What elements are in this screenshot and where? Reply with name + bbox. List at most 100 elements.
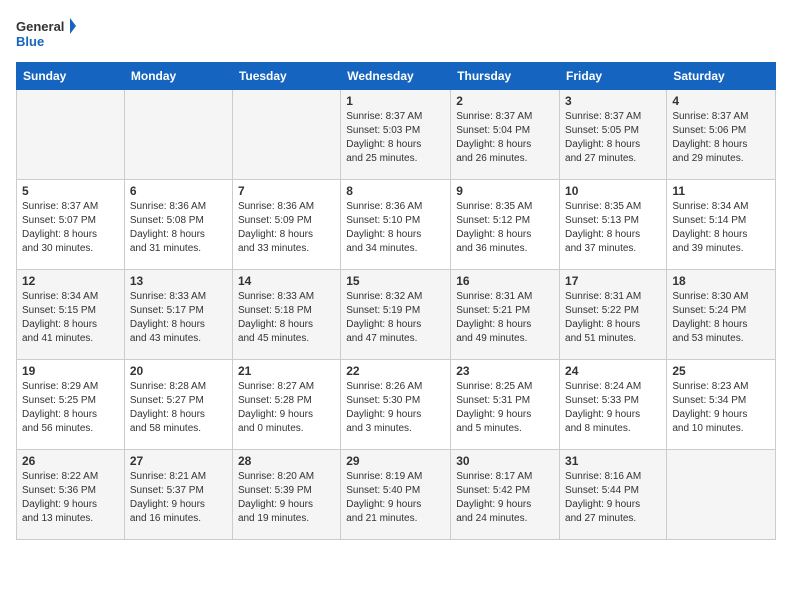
day-info: Sunrise: 8:24 AM Sunset: 5:33 PM Dayligh… [565,380,661,436]
calendar-cell: 14 Sunrise: 8:33 AM Sunset: 5:18 PM Dayli… [232,270,340,360]
day-number: 11 [672,184,770,198]
day-info: Sunrise: 8:32 AM Sunset: 5:19 PM Dayligh… [346,290,445,346]
calendar-cell: 31 Sunrise: 8:16 AM Sunset: 5:44 PM Dayli… [560,450,667,540]
day-info: Sunrise: 8:35 AM Sunset: 5:12 PM Dayligh… [456,200,554,256]
day-info: Sunrise: 8:36 AM Sunset: 5:08 PM Dayligh… [130,200,227,256]
calendar-cell: 30 Sunrise: 8:17 AM Sunset: 5:42 PM Dayli… [451,450,560,540]
day-number: 25 [672,364,770,378]
day-number: 23 [456,364,554,378]
day-number: 21 [238,364,335,378]
day-number: 1 [346,94,445,108]
calendar-cell: 18 Sunrise: 8:30 AM Sunset: 5:24 PM Dayli… [667,270,776,360]
calendar-cell [124,90,232,180]
day-info: Sunrise: 8:30 AM Sunset: 5:24 PM Dayligh… [672,290,770,346]
day-number: 4 [672,94,770,108]
day-info: Sunrise: 8:26 AM Sunset: 5:30 PM Dayligh… [346,380,445,436]
calendar-cell: 16Sunrise: 8:31 AM Sunset: 5:21 PM Dayli… [451,270,560,360]
day-number: 19 [22,364,119,378]
calendar-week-row: 5 Sunrise: 8:37 AM Sunset: 5:07 PM Daylig… [17,180,776,270]
calendar-cell: 6 Sunrise: 8:36 AM Sunset: 5:08 PM Daylig… [124,180,232,270]
calendar-cell: 21 Sunrise: 8:27 AM Sunset: 5:28 PM Dayli… [232,360,340,450]
logo-icon: General Blue [16,16,76,52]
day-info: Sunrise: 8:37 AM Sunset: 5:07 PM Dayligh… [22,200,119,256]
day-info: Sunrise: 8:22 AM Sunset: 5:36 PM Dayligh… [22,470,119,526]
day-number: 9 [456,184,554,198]
calendar-week-row: 12 Sunrise: 8:34 AM Sunset: 5:15 PM Dayli… [17,270,776,360]
day-info: Sunrise: 8:34 AM Sunset: 5:15 PM Dayligh… [22,290,119,346]
day-info: Sunrise: 8:25 AM Sunset: 5:31 PM Dayligh… [456,380,554,436]
day-info: Sunrise: 8:27 AM Sunset: 5:28 PM Dayligh… [238,380,335,436]
calendar-cell: 5 Sunrise: 8:37 AM Sunset: 5:07 PM Daylig… [17,180,125,270]
calendar-week-row: 26 Sunrise: 8:22 AM Sunset: 5:36 PM Dayli… [17,450,776,540]
calendar-cell: 19 Sunrise: 8:29 AM Sunset: 5:25 PM Dayli… [17,360,125,450]
day-info: Sunrise: 8:37 AM Sunset: 5:06 PM Dayligh… [672,110,770,166]
day-info: Sunrise: 8:29 AM Sunset: 5:25 PM Dayligh… [22,380,119,436]
day-number: 24 [565,364,661,378]
day-info: Sunrise: 8:20 AM Sunset: 5:39 PM Dayligh… [238,470,335,526]
day-info: Sunrise: 8:33 AM Sunset: 5:17 PM Dayligh… [130,290,227,346]
day-info: Sunrise: 8:33 AM Sunset: 5:18 PM Dayligh… [238,290,335,346]
calendar-cell [667,450,776,540]
day-number: 5 [22,184,119,198]
day-info: Sunrise: 8:34 AM Sunset: 5:14 PM Dayligh… [672,200,770,256]
day-info: Sunrise: 8:19 AM Sunset: 5:40 PM Dayligh… [346,470,445,526]
calendar-cell [17,90,125,180]
day-number: 22 [346,364,445,378]
day-info: Sunrise: 8:35 AM Sunset: 5:13 PM Dayligh… [565,200,661,256]
calendar-cell: 25Sunrise: 8:23 AM Sunset: 5:34 PM Dayli… [667,360,776,450]
calendar-cell: 3 Sunrise: 8:37 AM Sunset: 5:05 PM Daylig… [560,90,667,180]
day-number: 17 [565,274,661,288]
calendar-cell: 7Sunrise: 8:36 AM Sunset: 5:09 PM Daylig… [232,180,340,270]
calendar-cell: 22 Sunrise: 8:26 AM Sunset: 5:30 PM Dayli… [341,360,451,450]
day-number: 27 [130,454,227,468]
calendar-cell: 20Sunrise: 8:28 AM Sunset: 5:27 PM Dayli… [124,360,232,450]
calendar-table: SundayMondayTuesdayWednesdayThursdayFrid… [16,62,776,540]
day-number: 29 [346,454,445,468]
calendar-cell: 26 Sunrise: 8:22 AM Sunset: 5:36 PM Dayli… [17,450,125,540]
day-number: 2 [456,94,554,108]
calendar-cell: 4 Sunrise: 8:37 AM Sunset: 5:06 PM Daylig… [667,90,776,180]
day-number: 6 [130,184,227,198]
weekday-header-wednesday: Wednesday [341,63,451,90]
weekday-header-thursday: Thursday [451,63,560,90]
day-info: Sunrise: 8:21 AM Sunset: 5:37 PM Dayligh… [130,470,227,526]
calendar-week-row: 19 Sunrise: 8:29 AM Sunset: 5:25 PM Dayli… [17,360,776,450]
day-number: 20 [130,364,227,378]
weekday-header-tuesday: Tuesday [232,63,340,90]
day-info: Sunrise: 8:37 AM Sunset: 5:03 PM Dayligh… [346,110,445,166]
day-number: 30 [456,454,554,468]
day-info: Sunrise: 8:31 AM Sunset: 5:21 PM Dayligh… [456,290,554,346]
weekday-header-saturday: Saturday [667,63,776,90]
day-number: 31 [565,454,661,468]
day-number: 14 [238,274,335,288]
day-info: Sunrise: 8:31 AM Sunset: 5:22 PM Dayligh… [565,290,661,346]
calendar-cell: 28 Sunrise: 8:20 AM Sunset: 5:39 PM Dayli… [232,450,340,540]
day-number: 15 [346,274,445,288]
calendar-cell [232,90,340,180]
calendar-cell: 1 Sunrise: 8:37 AM Sunset: 5:03 PM Daylig… [341,90,451,180]
svg-text:General: General [16,19,64,34]
day-info: Sunrise: 8:36 AM Sunset: 5:10 PM Dayligh… [346,200,445,256]
day-number: 3 [565,94,661,108]
day-info: Sunrise: 8:37 AM Sunset: 5:05 PM Dayligh… [565,110,661,166]
calendar-cell: 9 Sunrise: 8:35 AM Sunset: 5:12 PM Daylig… [451,180,560,270]
page-header: General Blue [16,16,776,52]
weekday-header-friday: Friday [560,63,667,90]
day-number: 8 [346,184,445,198]
logo: General Blue [16,16,76,52]
day-number: 18 [672,274,770,288]
day-info: Sunrise: 8:16 AM Sunset: 5:44 PM Dayligh… [565,470,661,526]
calendar-cell: 11 Sunrise: 8:34 AM Sunset: 5:14 PM Dayli… [667,180,776,270]
calendar-cell: 2Sunrise: 8:37 AM Sunset: 5:04 PM Daylig… [451,90,560,180]
calendar-cell: 27 Sunrise: 8:21 AM Sunset: 5:37 PM Dayli… [124,450,232,540]
day-number: 12 [22,274,119,288]
svg-text:Blue: Blue [16,34,44,49]
day-number: 13 [130,274,227,288]
calendar-cell: 13 Sunrise: 8:33 AM Sunset: 5:17 PM Dayli… [124,270,232,360]
day-info: Sunrise: 8:17 AM Sunset: 5:42 PM Dayligh… [456,470,554,526]
calendar-cell: 10Sunrise: 8:35 AM Sunset: 5:13 PM Dayli… [560,180,667,270]
calendar-cell: 29 Sunrise: 8:19 AM Sunset: 5:40 PM Dayli… [341,450,451,540]
day-number: 26 [22,454,119,468]
weekday-header-row: SundayMondayTuesdayWednesdayThursdayFrid… [17,63,776,90]
day-number: 28 [238,454,335,468]
